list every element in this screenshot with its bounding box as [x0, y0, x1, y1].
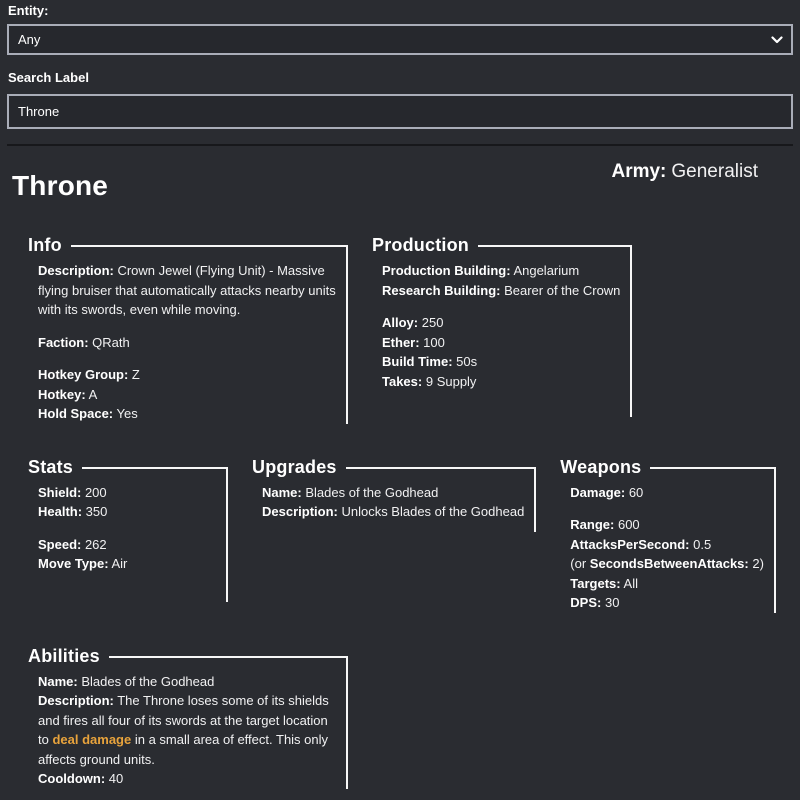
section-content-stats: Shield: 200Health: 350 Speed: 262Move Typ…: [28, 478, 228, 574]
section-content-weapons: Damage: 60 Range: 600AttacksPerSecond: 0.…: [560, 478, 776, 613]
section-stats: Stats Shield: 200Health: 350 Speed: 262Mov…: [28, 456, 228, 602]
sections: Info Description: Crown Jewel (Flying Uni…: [28, 234, 790, 789]
section-paragraph: Name: Blades of the GodheadDescription: …: [38, 672, 336, 789]
section-header-line: [82, 467, 228, 469]
section-title-info: Info: [28, 234, 71, 256]
section-paragraph: Production Building: AngelariumResearch …: [382, 261, 620, 300]
section-paragraph: Description: Crown Jewel (Flying Unit) -…: [38, 261, 336, 320]
section-header-line: [346, 467, 537, 469]
section-header: Production: [372, 234, 632, 256]
army-value: Generalist: [671, 161, 758, 182]
section-header: Abilities: [28, 645, 348, 667]
section-paragraph: Alloy: 250Ether: 100Build Time: 50sTakes…: [382, 313, 620, 391]
section-content-production: Production Building: AngelariumResearch …: [372, 256, 632, 391]
section-title-production: Production: [372, 234, 478, 256]
section-abilities: Abilities Name: Blades of the GodheadDesc…: [28, 645, 348, 789]
section-upgrades: Upgrades Name: Blades of the GodheadDescr…: [252, 456, 536, 532]
entity-label: Entity:: [8, 4, 793, 18]
section-paragraph: Speed: 262Move Type: Air: [38, 535, 216, 574]
section-header: Stats: [28, 456, 228, 478]
section-paragraph: Faction: QRath: [38, 333, 336, 353]
section-header-line: [650, 467, 776, 469]
section-right-border: [226, 467, 228, 602]
section-paragraph: Name: Blades of the GodheadDescription: …: [262, 483, 524, 522]
entity-select[interactable]: Any: [7, 24, 793, 55]
section-content-abilities: Name: Blades of the GodheadDescription: …: [28, 667, 348, 789]
search-label: Search Label: [8, 71, 793, 85]
army: Army:Generalist: [611, 161, 758, 183]
section-header: Weapons: [560, 456, 776, 478]
section-right-border: [346, 656, 348, 789]
section-header: Upgrades: [252, 456, 536, 478]
section-header: Info: [28, 234, 348, 256]
section-content-upgrades: Name: Blades of the GodheadDescription: …: [252, 478, 536, 522]
section-info: Info Description: Crown Jewel (Flying Uni…: [28, 234, 348, 424]
section-header-line: [71, 245, 348, 247]
army-label: Army:: [611, 161, 666, 182]
section-paragraph: Range: 600AttacksPerSecond: 0.5(or Secon…: [570, 515, 764, 613]
section-paragraph: Shield: 200Health: 350: [38, 483, 216, 522]
section-header-line: [109, 656, 348, 658]
section-paragraph: Hotkey Group: ZHotkey: AHold Space: Yes: [38, 365, 336, 424]
section-paragraph: Damage: 60: [570, 483, 764, 503]
divider: [7, 144, 793, 146]
section-right-border: [630, 245, 632, 417]
entity-select-wrap: Any: [7, 24, 793, 55]
section-title-abilities: Abilities: [28, 645, 109, 667]
section-content-info: Description: Crown Jewel (Flying Unit) -…: [28, 256, 348, 424]
section-weapons: Weapons Damage: 60 Range: 600AttacksPerSec…: [560, 456, 776, 613]
filter-form: Entity: Any Search Label: [0, 0, 800, 129]
section-title-upgrades: Upgrades: [252, 456, 346, 478]
section-right-border: [346, 245, 348, 424]
section-production: Production Production Building: Angelariu…: [372, 234, 632, 417]
section-title-weapons: Weapons: [560, 456, 650, 478]
section-title-stats: Stats: [28, 456, 82, 478]
search-input[interactable]: [7, 94, 793, 129]
section-header-line: [478, 245, 632, 247]
section-right-border: [774, 467, 776, 613]
section-right-border: [534, 467, 536, 532]
